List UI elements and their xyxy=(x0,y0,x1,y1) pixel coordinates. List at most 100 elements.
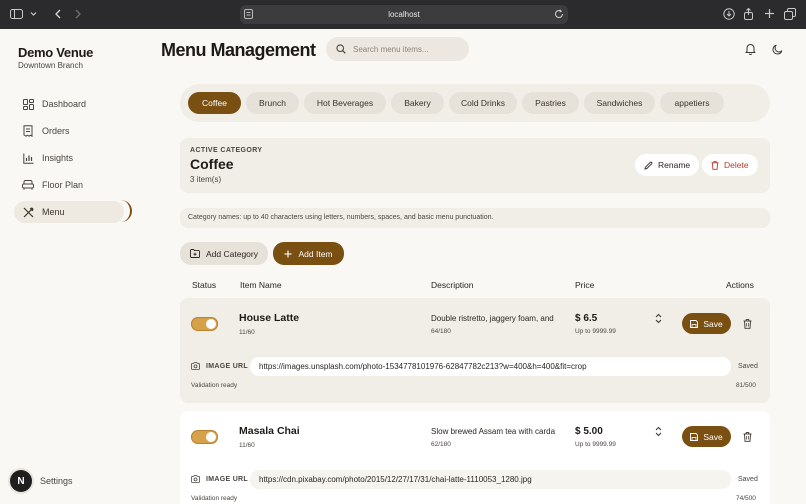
table-row: House Latte 11/60 Double ristretto, jagg… xyxy=(180,298,770,403)
branch-name: Downtown Branch xyxy=(18,61,83,70)
trash-icon[interactable] xyxy=(742,431,753,443)
share-icon[interactable] xyxy=(743,8,754,20)
tabs-overview-icon[interactable] xyxy=(784,8,796,20)
camera-icon xyxy=(191,362,200,370)
image-url-input[interactable]: https://cdn.pixabay.com/photo/2015/12/27… xyxy=(250,470,731,489)
theme-toggle-icon[interactable] xyxy=(770,42,784,56)
sidebar-toggle-icon[interactable] xyxy=(10,9,23,19)
column-header-status: Status xyxy=(192,280,217,290)
sidebar-item-floor-plan[interactable]: Floor Plan xyxy=(14,174,124,196)
tab-bakery[interactable]: Bakery xyxy=(391,92,444,114)
column-header-actions: Actions xyxy=(726,280,754,290)
status-toggle[interactable] xyxy=(191,430,218,444)
delete-category-button[interactable]: Delete xyxy=(702,154,758,176)
save-icon xyxy=(690,319,699,328)
tab-cold-drinks[interactable]: Cold Drinks xyxy=(449,92,517,114)
sidebar-item-menu[interactable]: Menu xyxy=(14,200,132,223)
saved-status: Saved xyxy=(738,476,758,483)
download-icon[interactable] xyxy=(723,8,735,20)
receipt-icon xyxy=(22,125,34,137)
item-name[interactable]: House Latte xyxy=(239,312,299,324)
save-label: Save xyxy=(703,318,723,329)
active-category-card: ACTIVE CATEGORY Coffee 3 item(s) Rename … xyxy=(180,138,770,193)
plus-icon xyxy=(284,250,292,258)
folder-plus-icon xyxy=(190,249,200,258)
item-description[interactable]: Slow brewed Assam tea with carda xyxy=(431,427,571,436)
image-url-label: IMAGE URL xyxy=(191,362,248,370)
add-item-label: Add Item xyxy=(298,248,333,259)
sidebar-item-label: Menu xyxy=(42,207,65,217)
tab-pastries[interactable]: Pastries xyxy=(522,92,579,114)
tab-hot-beverages[interactable]: Hot Beverages xyxy=(304,92,386,114)
image-url-count: 81/500 xyxy=(736,382,756,389)
save-label: Save xyxy=(703,431,723,442)
dashboard-icon xyxy=(22,98,34,110)
active-category-count: 3 item(s) xyxy=(190,175,222,184)
tab-brunch[interactable]: Brunch xyxy=(246,92,299,114)
address-bar[interactable]: localhost xyxy=(240,5,568,24)
sidebar: Demo Venue Downtown Branch Dashboard Ord… xyxy=(0,29,140,504)
utensils-icon xyxy=(22,206,34,218)
tab-coffee[interactable]: Coffee xyxy=(188,92,241,114)
moon-icon[interactable] xyxy=(743,42,757,56)
add-category-label: Add Category xyxy=(206,248,258,259)
column-header-item-name: Item Name xyxy=(240,280,282,290)
sidebar-item-dashboard[interactable]: Dashboard xyxy=(14,93,124,115)
trash-icon[interactable] xyxy=(742,318,753,330)
column-header-description: Description xyxy=(431,280,474,290)
address-text[interactable]: localhost xyxy=(240,5,568,24)
add-category-button[interactable]: Add Category xyxy=(180,242,268,265)
item-name-count: 11/60 xyxy=(239,329,255,336)
price-stepper-icon[interactable] xyxy=(654,425,662,437)
sidebar-item-label: Orders xyxy=(42,126,70,136)
validation-status: Validation ready xyxy=(191,495,238,502)
image-url-input[interactable]: https://images.unsplash.com/photo-153477… xyxy=(250,357,731,376)
price-stepper-icon[interactable] xyxy=(654,312,662,324)
item-price[interactable]: $ 5.00 xyxy=(575,426,603,437)
search-input[interactable] xyxy=(353,44,463,54)
price-limit: Up to 9999.99 xyxy=(575,328,616,335)
validation-status: Validation ready xyxy=(191,382,238,389)
item-name[interactable]: Masala Chai xyxy=(239,425,300,437)
sidebar-item-insights[interactable]: Insights xyxy=(14,147,124,169)
rename-button[interactable]: Rename xyxy=(635,154,700,176)
tab-appetiers[interactable]: appetiers xyxy=(660,92,724,114)
item-description[interactable]: Double ristretto, jaggery foam, and xyxy=(431,314,571,323)
avatar[interactable]: N xyxy=(10,470,32,492)
sidebar-item-label: Dashboard xyxy=(42,99,87,109)
browser-toolbar: localhost xyxy=(0,0,806,29)
item-name-count: 11/60 xyxy=(239,442,255,449)
back-icon[interactable] xyxy=(54,9,62,19)
chart-icon xyxy=(22,152,34,164)
rename-label: Rename xyxy=(658,160,691,170)
search-bar[interactable] xyxy=(326,37,469,61)
active-category-name: Coffee xyxy=(190,156,234,172)
image-url-count: 74/500 xyxy=(736,495,756,502)
category-name-hint: Category names: up to 40 characters usin… xyxy=(180,208,770,228)
item-price[interactable]: $ 6.5 xyxy=(575,313,597,324)
save-icon xyxy=(690,432,699,441)
column-header-price: Price xyxy=(575,280,595,290)
page-title: Menu Management xyxy=(161,40,316,60)
description-count: 62/180 xyxy=(431,441,451,448)
sidebar-item-orders[interactable]: Orders xyxy=(14,120,124,142)
venue-name: Demo Venue xyxy=(18,45,94,60)
delete-label: Delete xyxy=(724,160,749,170)
description-count: 64/180 xyxy=(431,328,451,335)
save-button[interactable]: Save xyxy=(682,313,731,334)
tab-sandwiches[interactable]: Sandwiches xyxy=(584,92,655,114)
new-tab-icon[interactable] xyxy=(764,8,775,19)
add-item-button[interactable]: Add Item xyxy=(273,242,344,265)
save-button[interactable]: Save xyxy=(682,426,731,447)
status-toggle[interactable] xyxy=(191,317,218,331)
sofa-icon xyxy=(22,179,34,191)
settings-link[interactable]: N Settings xyxy=(10,470,73,492)
image-url-label: IMAGE URL xyxy=(191,475,248,483)
forward-icon[interactable] xyxy=(74,9,82,19)
pencil-icon xyxy=(644,161,653,170)
chevron-down-icon[interactable] xyxy=(30,9,37,19)
sidebar-item-label: Insights xyxy=(42,153,74,163)
category-tabs: Coffee Brunch Hot Beverages Bakery Cold … xyxy=(180,84,770,122)
reload-icon[interactable] xyxy=(554,9,564,19)
trash-icon xyxy=(711,160,719,170)
